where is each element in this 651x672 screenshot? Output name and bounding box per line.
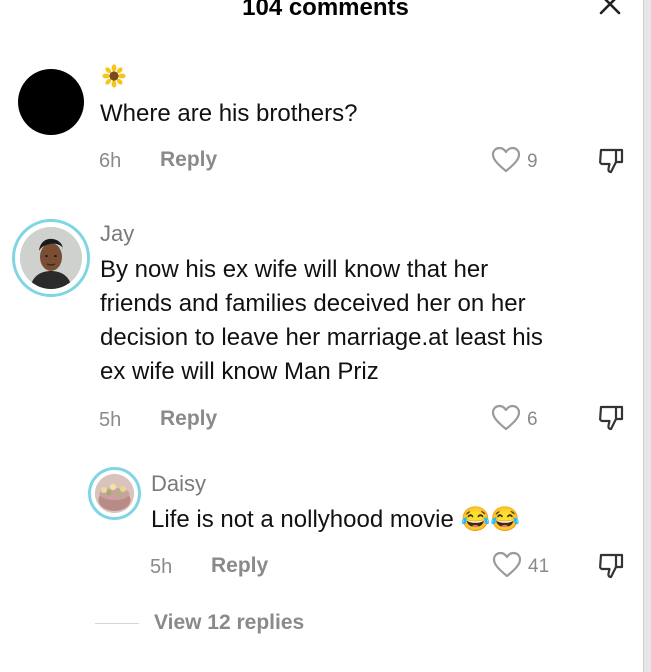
comment-timestamp: 6h	[99, 150, 122, 172]
heart-icon[interactable]	[491, 146, 521, 174]
comments-count-title: 104 comments	[242, 0, 409, 21]
view-replies-button[interactable]: View 12 replies	[154, 611, 304, 635]
comment-username[interactable]: Jay	[100, 221, 134, 247]
reply-button[interactable]: Reply	[160, 407, 217, 431]
comment-text-line: decision to leave her marriage.at least …	[100, 324, 543, 351]
panel-edge	[644, 0, 651, 672]
like-count: 6	[527, 409, 538, 430]
avatar[interactable]	[18, 69, 84, 135]
reply-button[interactable]: Reply	[211, 554, 268, 578]
dislike-icon[interactable]	[596, 551, 626, 581]
reply-timestamp: 5h	[150, 556, 173, 578]
comment-text: Where are his brothers?	[100, 100, 358, 127]
like-count: 41	[528, 556, 550, 577]
comment-timestamp: 5h	[99, 409, 122, 431]
dislike-icon[interactable]	[596, 146, 626, 176]
comment-text-line: ex wife will know Man Priz	[100, 358, 379, 385]
dislike-icon[interactable]	[596, 403, 626, 433]
comment-text-line: friends and families deceived her on her	[100, 290, 526, 317]
reply-username[interactable]: Daisy	[151, 471, 206, 497]
reply-text: Life is not a nollyhood movie 😂😂	[151, 506, 521, 533]
replies-divider	[95, 623, 139, 624]
heart-icon[interactable]	[491, 404, 521, 432]
like-count: 9	[527, 151, 538, 172]
close-icon[interactable]	[596, 0, 624, 18]
comment-text-line: By now his ex wife will know that her	[100, 256, 489, 283]
reply-button[interactable]: Reply	[160, 148, 217, 172]
avatar[interactable]	[88, 467, 141, 520]
heart-icon[interactable]	[492, 551, 522, 579]
sunflower-icon	[102, 64, 126, 88]
avatar[interactable]	[12, 219, 90, 297]
